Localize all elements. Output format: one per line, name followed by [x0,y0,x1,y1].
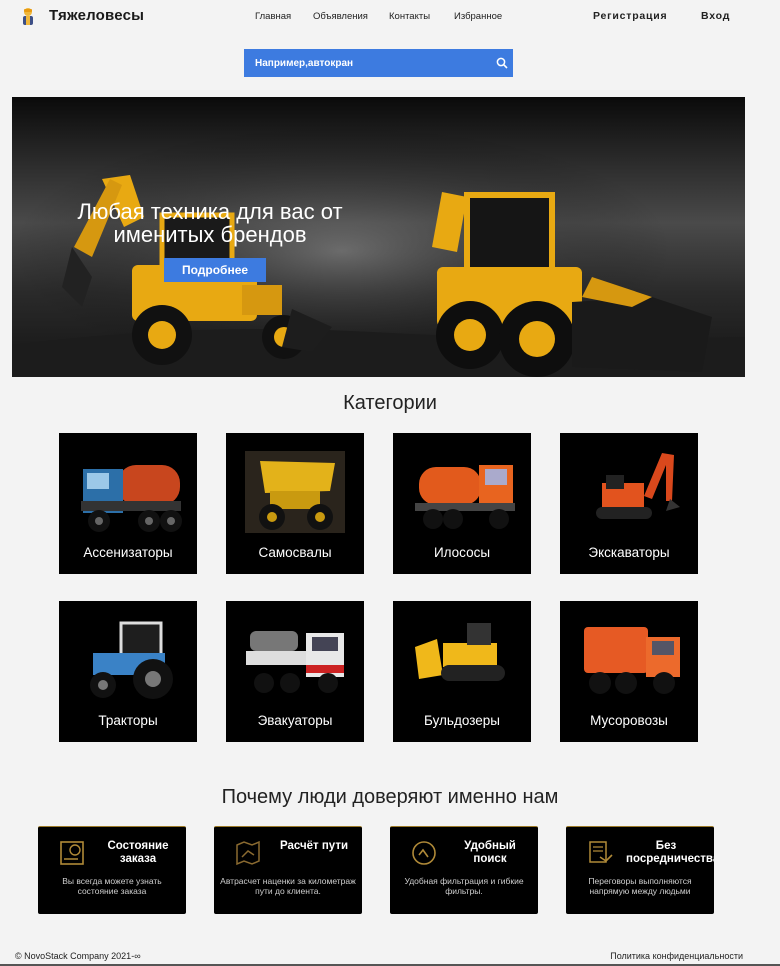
search-bar [244,49,513,77]
category-label: Илососы [433,545,491,560]
feature-desc: Вы всегда можете узнать состояние заказа [62,876,162,896]
tractor-icon [90,621,173,699]
category-label: Мусоровозы [590,713,668,728]
bulldozer-icon [415,623,505,681]
feature-card-direct: Без посредничества Переговоры выполняютс… [566,826,714,914]
nav-favorites[interactable]: Избранное [454,11,502,22]
register-link[interactable]: Регистрация [593,10,667,22]
nav-contacts[interactable]: Контакты [389,11,430,22]
dump-truck-icon [245,451,345,533]
search-input[interactable] [244,57,484,69]
feature-title: Удобный поиск [464,840,516,865]
category-card-tow[interactable]: Эвакуаторы [226,601,364,742]
order-status-icon [60,841,84,865]
category-card-excavator[interactable]: Экскаваторы [560,433,698,574]
categories-title: Категории [343,392,437,414]
site-footer: © NovoStack Company 2021-∞ Политика конф… [0,946,780,966]
worker-logo-icon[interactable] [19,6,37,26]
nav-ads[interactable]: Объявления [313,11,368,22]
category-label: Ассенизаторы [83,545,173,560]
login-link[interactable]: Вход [701,10,730,22]
feature-desc: Автрасчет наценки за километраж пути до … [220,876,356,896]
copyright-text: © NovoStack Company 2021-∞ [15,951,141,961]
direct-deal-icon [589,841,613,863]
nav-home[interactable]: Главная [255,11,291,22]
feature-card-order-status: Состояние заказа Вы всегда можете узнать… [38,826,186,914]
category-label: Эвакуаторы [257,713,333,728]
why-title: Почему люди доверяют именно нам [221,786,559,808]
garbage-truck-icon [584,627,680,694]
feature-title: Расчёт пути [279,840,349,852]
vacuum-truck-icon [415,465,515,529]
category-card-tractor[interactable]: Тракторы [59,601,197,742]
category-label: Экскаваторы [588,545,670,560]
tank-truck-icon [81,465,182,532]
privacy-policy-link[interactable]: Политика конфиденциальности [610,951,743,961]
category-card-sewage[interactable]: Ассенизаторы [59,433,197,574]
feature-desc: Удобная фильтрация и гибкие фильтры. [404,876,524,896]
feature-title: Без посредничества [626,840,714,865]
hero-banner: Любая техника для вас от именитых брендо… [12,97,745,377]
site-header: Тяжеловесы Главная Объявления Контакты И… [0,0,780,34]
tow-truck-icon [246,631,344,693]
feature-card-search: Удобный поиск Удобная фильтрация и гибки… [390,826,538,914]
category-card-bulldozer[interactable]: Бульдозеры [393,601,531,742]
category-label: Тракторы [98,713,158,728]
feature-title: Состояние заказа [107,840,169,865]
feature-desc: Переговоры выполняются напрямую между лю… [588,876,692,896]
brand-name[interactable]: Тяжеловесы [49,7,144,24]
category-label: Самосвалы [258,545,332,560]
category-card-garbage[interactable]: Мусоровозы [560,601,698,742]
details-button[interactable]: Подробнее [164,258,266,282]
search-filter-icon [412,841,436,865]
search-icon[interactable] [495,56,509,70]
category-card-dump[interactable]: Самосвалы [226,433,364,574]
hero-title: Любая техника для вас от именитых брендо… [77,199,343,247]
category-card-vacuum[interactable]: Илососы [393,433,531,574]
route-map-icon [236,840,260,866]
excavator-icon [596,453,680,519]
category-label: Бульдозеры [424,713,500,728]
feature-card-route: Расчёт пути Автрасчет наценки за километ… [214,826,362,914]
